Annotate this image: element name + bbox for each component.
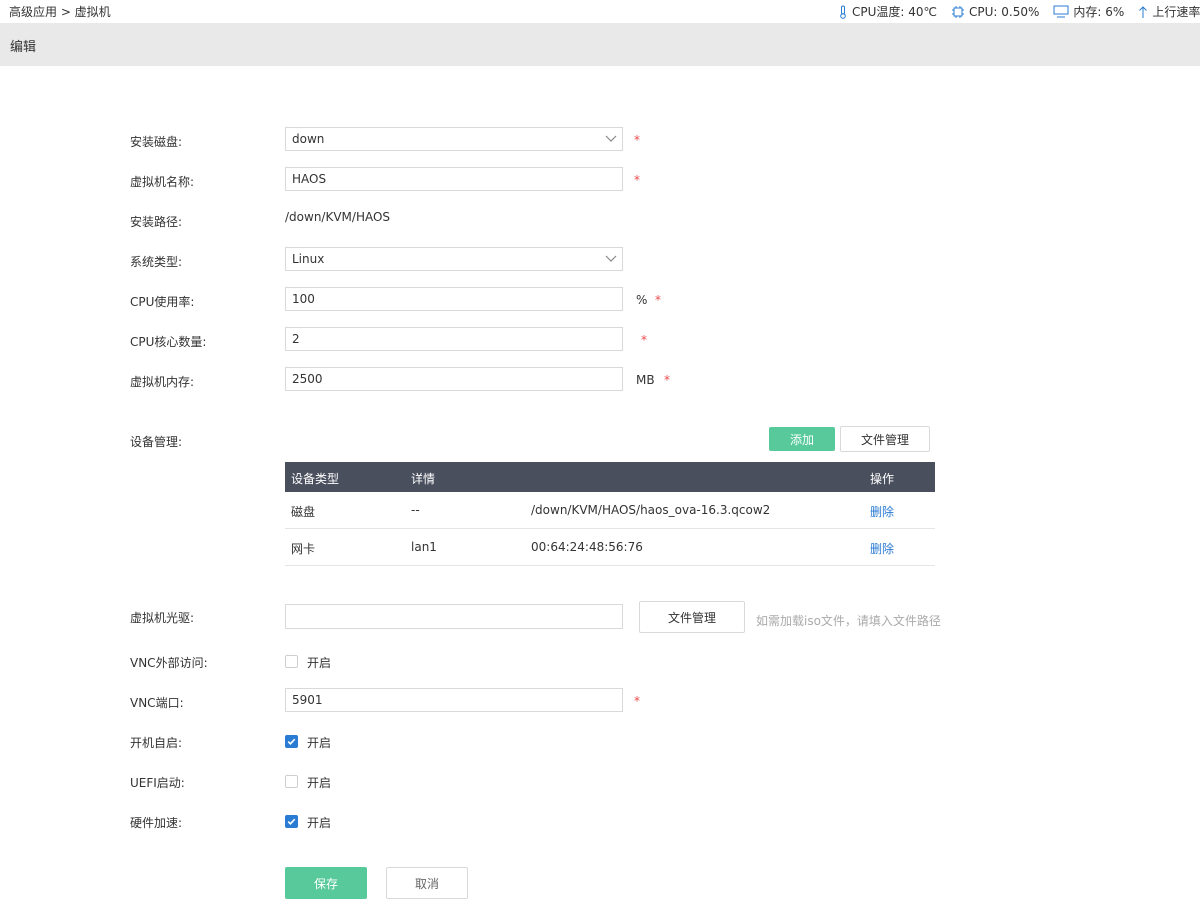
os-type-select[interactable]: Linux — [285, 247, 623, 271]
vnc-external-label: VNC外部访问: — [130, 656, 208, 670]
delete-device-link[interactable]: 删除 — [870, 503, 894, 520]
cancel-button[interactable]: 取消 — [386, 867, 468, 899]
cdrom-input[interactable] — [285, 604, 623, 629]
required-mark: * — [664, 373, 670, 387]
vnc-port-value: 5901 — [292, 693, 323, 707]
autostart-label: 开机自启: — [130, 736, 183, 750]
table-row: 磁盘 -- /down/KVM/HAOS/haos_ova-16.3.qcow2… — [285, 492, 935, 529]
device-table-header: 设备类型 详情 操作 — [285, 462, 935, 492]
save-button[interactable]: 保存 — [285, 867, 367, 899]
vm-name-label: 虚拟机名称: — [130, 175, 195, 189]
breadcrumb: 高级应用 > 虚拟机 — [9, 5, 111, 19]
install-disk-label: 安装磁盘: — [130, 135, 183, 149]
add-device-button[interactable]: 添加 — [769, 427, 835, 451]
autostart-checkbox[interactable] — [285, 735, 298, 748]
page-header: 编辑 — [0, 23, 1200, 66]
vnc-external-checkbox[interactable] — [285, 655, 298, 668]
cpu-rate-value: 100 — [292, 292, 315, 306]
cpu-usage-text: CPU: 0.50% — [969, 4, 1040, 19]
checkmark-icon — [287, 818, 296, 825]
required-mark: * — [634, 694, 640, 708]
device-type-cell: 网卡 — [291, 542, 316, 556]
install-path-label: 安装路径: — [130, 215, 183, 229]
cdrom-label: 虚拟机光驱: — [130, 611, 195, 625]
required-mark: * — [641, 333, 647, 347]
vm-memory-value: 2500 — [292, 372, 323, 386]
install-disk-select[interactable]: down — [285, 127, 623, 151]
top-bar: 高级应用 > 虚拟机 CPU温度: 40℃ CPU: 0.50% 内存: 6% … — [0, 0, 1200, 22]
col-device-type: 设备类型 — [291, 472, 340, 486]
system-stats: CPU温度: 40℃ CPU: 0.50% 内存: 6% 上行速率 — [838, 3, 1200, 20]
cpu-cores-label: CPU核心数量: — [130, 335, 207, 349]
cpu-cores-input[interactable]: 2 — [285, 327, 623, 351]
device-path-cell: /down/KVM/HAOS/haos_ova-16.3.qcow2 — [531, 503, 771, 517]
cpu-rate-unit: % — [636, 293, 648, 307]
memory-stat: 内存: 6% — [1053, 3, 1124, 20]
os-type-value: Linux — [292, 252, 325, 266]
monitor-icon — [1053, 5, 1069, 18]
install-path-value: /down/KVM/HAOS — [285, 210, 391, 224]
cpu-temp-stat: CPU温度: 40℃ — [838, 3, 937, 20]
hw-accel-option: 开启 — [307, 816, 332, 830]
required-mark: * — [634, 173, 640, 187]
cpu-rate-input[interactable]: 100 — [285, 287, 623, 311]
cpu-usage-stat: CPU: 0.50% — [951, 5, 1039, 19]
required-mark: * — [634, 133, 640, 147]
vnc-port-label: VNC端口: — [130, 696, 184, 710]
col-detail: 详情 — [411, 472, 436, 486]
autostart-option: 开启 — [307, 736, 332, 750]
thermometer-icon — [840, 5, 846, 19]
hw-accel-checkbox[interactable] — [285, 815, 298, 828]
vm-memory-input[interactable]: 2500 — [285, 367, 623, 391]
install-disk-value: down — [292, 132, 325, 146]
vm-memory-label: 虚拟机内存: — [130, 375, 195, 389]
device-file-manager-button[interactable]: 文件管理 — [840, 426, 930, 452]
page-title: 编辑 — [10, 40, 37, 55]
vnc-external-option: 开启 — [307, 656, 332, 670]
hw-accel-label: 硬件加速: — [130, 816, 183, 830]
cpu-cores-value: 2 — [292, 332, 300, 346]
vm-memory-unit: MB — [636, 373, 655, 387]
table-row: 网卡 lan1 00:64:24:48:56:76 删除 — [285, 529, 935, 566]
col-action: 操作 — [870, 472, 895, 486]
required-mark: * — [655, 293, 661, 307]
device-detail-cell: -- — [411, 503, 420, 517]
device-type-cell: 磁盘 — [291, 505, 316, 519]
vnc-port-input[interactable]: 5901 — [285, 688, 623, 712]
arrow-up-icon — [1139, 5, 1148, 18]
memory-text: 内存: 6% — [1073, 5, 1125, 19]
device-management-label: 设备管理: — [130, 435, 183, 449]
cdrom-file-manager-button[interactable]: 文件管理 — [639, 601, 745, 633]
upload-stat: 上行速率 — [1138, 3, 1200, 20]
checkmark-icon — [287, 738, 296, 745]
upload-text: 上行速率 — [1152, 5, 1200, 19]
device-mac-cell: 00:64:24:48:56:76 — [531, 540, 643, 554]
device-detail-cell: lan1 — [411, 540, 437, 554]
chevron-down-icon — [605, 135, 617, 142]
cpu-temp-text: CPU温度: 40℃ — [852, 5, 938, 19]
delete-device-link[interactable]: 删除 — [870, 540, 894, 557]
chevron-down-icon — [605, 255, 617, 262]
chip-icon — [952, 5, 965, 18]
vm-name-value: HAOS — [292, 172, 327, 186]
cdrom-hint: 如需加载iso文件，请填入文件路径 — [756, 614, 941, 628]
vm-name-input[interactable]: HAOS — [285, 167, 623, 191]
uefi-option: 开启 — [307, 776, 332, 790]
uefi-label: UEFI启动: — [130, 776, 185, 790]
uefi-checkbox[interactable] — [285, 775, 298, 788]
cpu-rate-label: CPU使用率: — [130, 295, 195, 309]
os-type-label: 系统类型: — [130, 255, 183, 269]
